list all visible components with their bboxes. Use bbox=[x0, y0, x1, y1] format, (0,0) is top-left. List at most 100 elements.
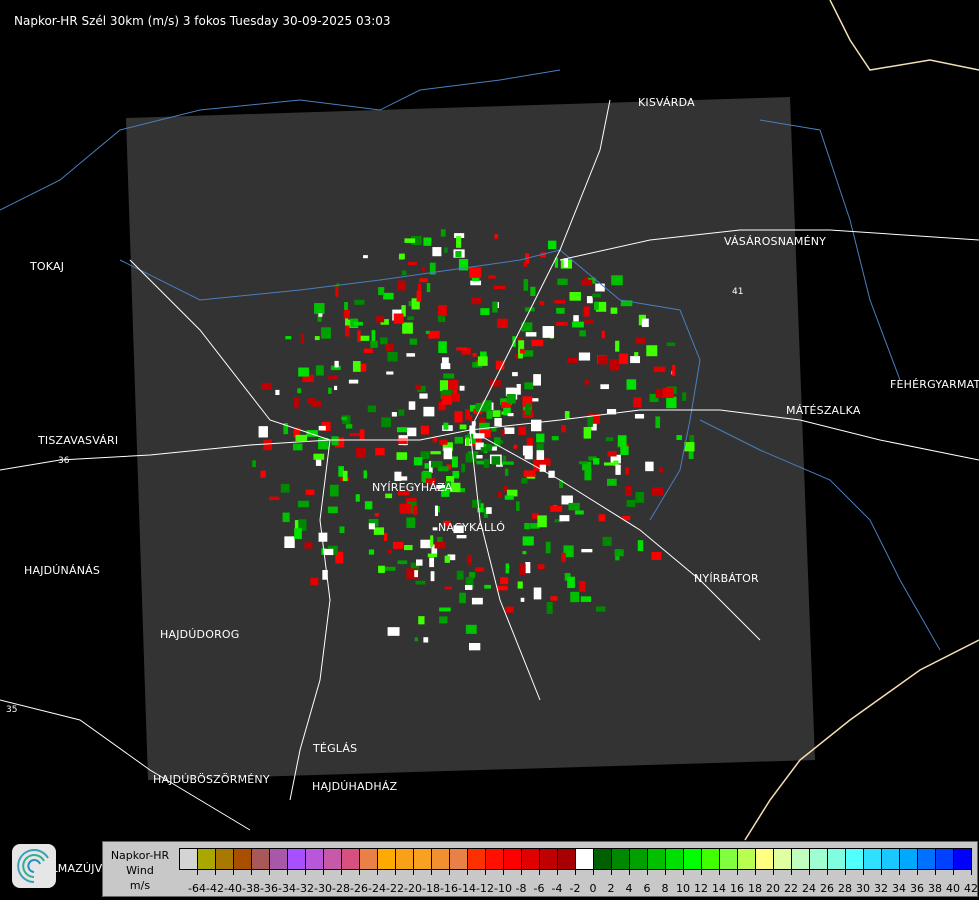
radar-echo bbox=[526, 437, 533, 446]
radar-echo bbox=[430, 451, 441, 455]
radar-echo bbox=[490, 379, 501, 387]
radar-echo bbox=[619, 353, 628, 365]
radar-echo bbox=[584, 320, 594, 325]
legend-tick-label: -10 bbox=[494, 882, 512, 895]
legend-tick bbox=[377, 869, 378, 875]
radar-echo bbox=[587, 416, 593, 427]
radar-echo bbox=[554, 300, 566, 304]
legend-swatch bbox=[540, 849, 558, 869]
radar-echo bbox=[596, 606, 606, 612]
radar-echo bbox=[614, 549, 624, 557]
radar-echo bbox=[443, 422, 449, 430]
radar-echo bbox=[385, 493, 393, 499]
radar-echo bbox=[318, 313, 323, 317]
legend-tick bbox=[467, 869, 468, 875]
radar-echo bbox=[419, 393, 428, 399]
radar-echo bbox=[615, 464, 621, 475]
radar-echo bbox=[297, 388, 302, 394]
radar-echo bbox=[520, 597, 525, 602]
radar-echo bbox=[525, 562, 531, 574]
radar-echo bbox=[494, 417, 502, 427]
radar-echo bbox=[513, 444, 518, 449]
legend-tick bbox=[773, 869, 774, 875]
radar-echo bbox=[592, 293, 601, 298]
radar-echo bbox=[368, 549, 375, 555]
radar-echo bbox=[456, 570, 464, 580]
radar-echo bbox=[400, 476, 408, 481]
legend-swatch bbox=[720, 849, 738, 869]
legend-swatch bbox=[828, 849, 846, 869]
radar-echo bbox=[448, 379, 459, 391]
legend-swatch bbox=[612, 849, 630, 869]
radar-echo bbox=[626, 379, 637, 390]
legend-swatch bbox=[504, 849, 522, 869]
radar-echo bbox=[584, 379, 589, 385]
legend-tick-label: -6 bbox=[533, 882, 545, 895]
legend-swatch bbox=[558, 849, 576, 869]
radar-echo bbox=[512, 372, 518, 377]
radar-echo bbox=[506, 394, 516, 404]
city-label: TOKAJ bbox=[30, 260, 65, 273]
radar-echo bbox=[415, 580, 426, 585]
radar-echo bbox=[402, 322, 413, 334]
radar-echo bbox=[398, 438, 408, 445]
radar-echo bbox=[521, 477, 528, 484]
radar-echo bbox=[518, 340, 525, 351]
radar-echo bbox=[439, 616, 448, 624]
radar-echo bbox=[399, 253, 405, 260]
radar-echo bbox=[423, 637, 429, 643]
radar-echo bbox=[393, 313, 404, 324]
radar-echo bbox=[407, 262, 417, 266]
radar-echo bbox=[567, 357, 578, 364]
radar-echo bbox=[294, 398, 299, 409]
legend-tick-label: 22 bbox=[784, 882, 798, 895]
legend-tick bbox=[935, 869, 936, 875]
legend-swatches bbox=[179, 848, 972, 870]
radar-echo bbox=[454, 411, 463, 423]
radar-echo bbox=[370, 340, 378, 348]
radar-echo bbox=[456, 236, 462, 248]
legend-swatch bbox=[378, 849, 396, 869]
spiral-logo-icon bbox=[17, 849, 49, 883]
radar-echo bbox=[398, 409, 405, 416]
radar-echo bbox=[635, 337, 646, 344]
legend-swatch bbox=[342, 849, 360, 869]
radar-echo bbox=[388, 549, 392, 554]
legend-tick-label: -40 bbox=[224, 882, 242, 895]
legend-tick-label: 42 bbox=[964, 882, 978, 895]
radar-echo bbox=[432, 527, 438, 531]
legend-swatch bbox=[288, 849, 306, 869]
radar-echo bbox=[348, 379, 359, 384]
radar-echo bbox=[497, 318, 508, 328]
radar-echo bbox=[522, 536, 534, 546]
radar-echo bbox=[374, 512, 379, 517]
radar-echo bbox=[517, 581, 523, 589]
radar-echo bbox=[408, 401, 416, 410]
legend-tick-label: -42 bbox=[206, 882, 224, 895]
city-label: HAJDÚDOROG bbox=[160, 628, 240, 641]
radar-echo bbox=[519, 563, 526, 575]
radar-echo bbox=[606, 478, 617, 486]
radar-echo bbox=[414, 570, 418, 578]
legend-tick bbox=[539, 869, 540, 875]
radar-echo bbox=[493, 285, 506, 290]
radar-echo bbox=[354, 299, 365, 305]
radar-echo bbox=[329, 484, 339, 497]
radar-echo bbox=[610, 307, 618, 314]
legend-unit: m/s bbox=[129, 879, 151, 892]
legend-tick bbox=[269, 869, 270, 875]
radar-echo bbox=[335, 285, 339, 297]
legend-tick-label: -18 bbox=[422, 882, 440, 895]
country-border bbox=[829, 0, 979, 71]
radar-echo bbox=[387, 351, 398, 362]
legend-swatch bbox=[180, 849, 198, 869]
radar-echo bbox=[581, 548, 593, 553]
radar-echo bbox=[672, 364, 676, 377]
legend-tick-label: 14 bbox=[712, 882, 726, 895]
radar-echo bbox=[551, 436, 559, 441]
radar-echo bbox=[496, 585, 508, 591]
radar-echo bbox=[494, 234, 499, 239]
radar-echo bbox=[488, 275, 496, 279]
radar-echo bbox=[524, 382, 534, 390]
radar-echo bbox=[635, 491, 645, 503]
